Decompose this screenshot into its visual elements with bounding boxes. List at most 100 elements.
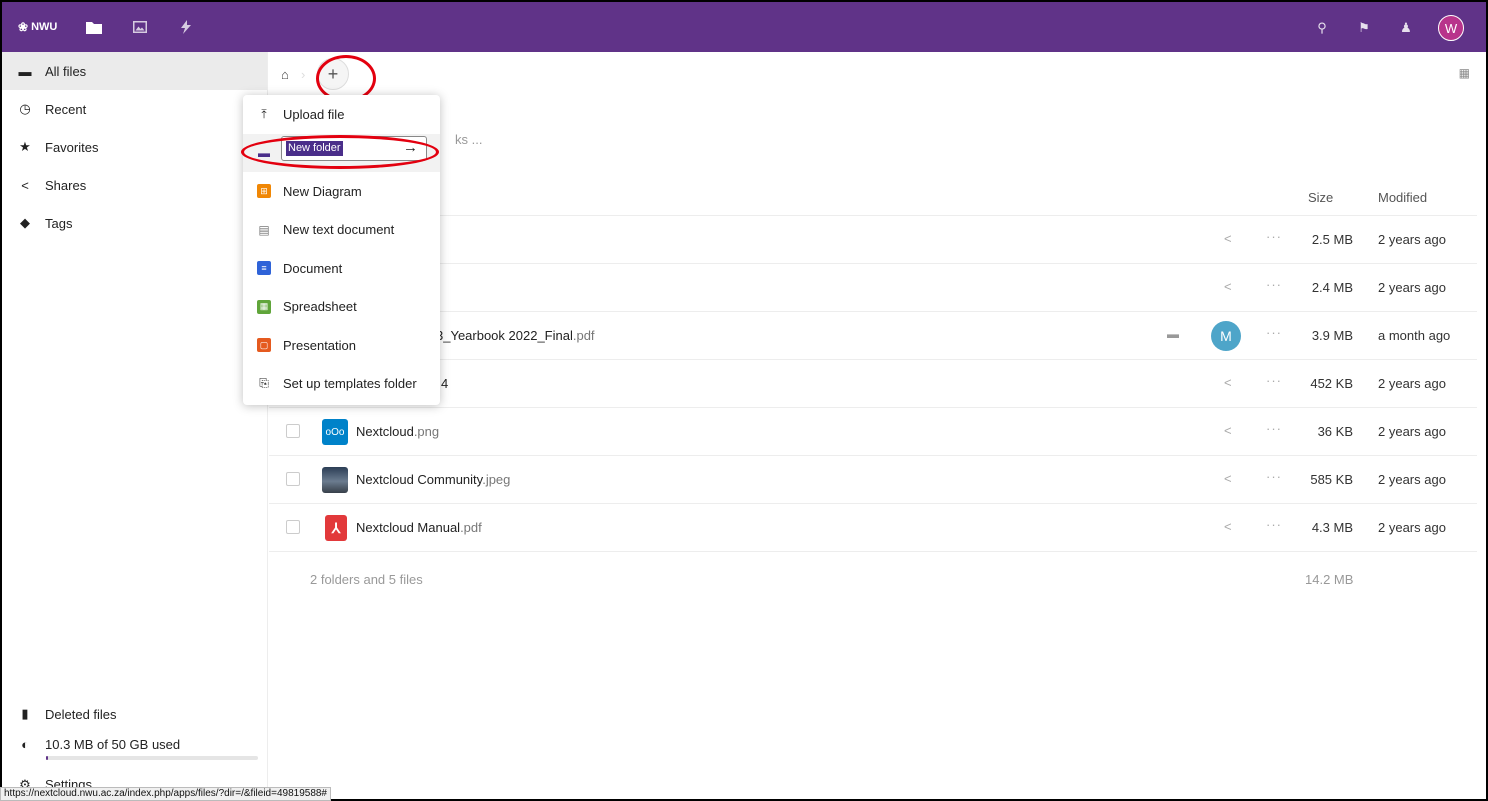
quota-section[interactable]: ◐ 10.3 MB of 50 GB used: [2, 733, 268, 777]
more-icon[interactable]: ···: [1266, 277, 1282, 292]
sidebar-item-label: Shares: [45, 177, 87, 193]
file-basename: Nextcloud Manual: [356, 520, 461, 535]
file-modified: 2 years ago: [1378, 520, 1446, 535]
file-list-header: Size Modified: [269, 178, 1477, 216]
table-row[interactable]: ⅄ Nextcloud Manual.pdf < ··· 4.3 MB 2 ye…: [269, 504, 1477, 552]
row-checkbox[interactable]: [286, 472, 300, 486]
activity-app-icon[interactable]: [163, 1, 209, 53]
file-size: 2.5 MB: [1311, 232, 1353, 247]
summary-text: 2 folders and 5 files: [310, 572, 423, 587]
quota-progress-fill: [46, 756, 49, 760]
file-size: 585 KB: [1310, 472, 1353, 487]
nwu-logo[interactable]: ❀ NWU: [18, 20, 57, 34]
pdf-icon: ⅄: [325, 515, 347, 541]
file-name[interactable]: Nextcloud Community.jpeg: [356, 472, 510, 487]
share-icon[interactable]: <: [1224, 519, 1232, 534]
menu-item-label: Upload file: [283, 106, 345, 122]
sidebar-item-label: Favorites: [45, 139, 99, 155]
share-icon[interactable]: <: [1224, 375, 1232, 390]
sidebar-item-label: Tags: [45, 215, 73, 231]
file-extension: .png: [413, 424, 440, 439]
more-icon[interactable]: ···: [1266, 421, 1282, 436]
share-icon[interactable]: <: [1224, 279, 1232, 294]
nextcloud-logo-thumbnail: oOo: [322, 419, 348, 445]
table-row[interactable]: oOo Nextcloud.png < ··· 36 KB 2 years ag…: [269, 408, 1477, 456]
menu-item-document[interactable]: ≡ Document: [243, 249, 440, 288]
file-name[interactable]: Nextcloud.png: [356, 424, 439, 439]
photos-app-icon[interactable]: [117, 1, 163, 53]
search-icon[interactable]: ⚲: [1312, 18, 1332, 38]
home-icon[interactable]: ⌂: [281, 67, 301, 82]
more-icon[interactable]: ···: [1266, 469, 1282, 484]
contacts-icon[interactable]: ♟: [1396, 18, 1416, 38]
quota-pie-icon: ◐: [21, 737, 29, 752]
file-size: 36 KB: [1317, 424, 1353, 439]
sidebar-item-tags[interactable]: ◆ Tags: [2, 204, 267, 242]
file-extension: .jpeg: [482, 472, 511, 487]
table-row[interactable]: 4 < ··· 452 KB 2 years ago: [269, 360, 1477, 408]
more-icon[interactable]: ···: [1266, 517, 1282, 532]
file-modified: 2 years ago: [1378, 472, 1446, 487]
sidebar-item-all-files[interactable]: ▬ All files: [2, 52, 267, 90]
more-icon[interactable]: ···: [1266, 229, 1282, 244]
menu-item-presentation[interactable]: ▢ Presentation: [243, 326, 440, 365]
file-extension: .pdf: [460, 520, 482, 535]
table-row[interactable]: < ··· 2.5 MB 2 years ago: [269, 216, 1477, 264]
file-basename: 3_Yearbook 2022_Final: [436, 328, 573, 343]
table-row[interactable]: 3_Yearbook 2022_Final.pdf ▬ M ··· 3.9 MB…: [269, 312, 1477, 360]
quota-text: 10.3 MB of 50 GB used: [45, 737, 181, 752]
status-bar-url: https://nextcloud.nwu.ac.za/index.php/ap…: [0, 787, 331, 801]
column-size[interactable]: Size: [1308, 190, 1333, 205]
row-checkbox[interactable]: [286, 424, 300, 438]
more-icon[interactable]: ···: [1266, 325, 1282, 340]
templates-icon: ⎘: [259, 376, 269, 391]
file-modified: 2 years ago: [1378, 424, 1446, 439]
file-name[interactable]: Nextcloud Manual.pdf: [356, 520, 482, 535]
share-icon[interactable]: <: [1224, 471, 1232, 486]
menu-item-label: New Diagram: [283, 183, 362, 199]
file-basename: Nextcloud: [356, 424, 414, 439]
share-icon[interactable]: <: [1224, 231, 1232, 246]
share-icon[interactable]: <: [1224, 423, 1232, 438]
column-modified[interactable]: Modified: [1378, 190, 1427, 205]
row-checkbox[interactable]: [286, 520, 300, 534]
file-modified: a month ago: [1378, 328, 1451, 343]
grid-view-icon[interactable]: ▦: [1459, 66, 1470, 80]
menu-item-label: Presentation: [283, 337, 356, 353]
sidebar-item-recent[interactable]: ◷ Recent: [2, 90, 267, 128]
file-size: 3.9 MB: [1311, 328, 1353, 343]
menu-item-label: Spreadsheet: [283, 299, 357, 315]
menu-item-set-up-templates[interactable]: ⎘ Set up templates folder: [243, 365, 440, 404]
menu-item-spreadsheet[interactable]: ▦ Spreadsheet: [243, 288, 440, 327]
comment-icon[interactable]: ▬: [1167, 327, 1179, 341]
menu-item-new-text-document[interactable]: ▤ New text document: [243, 211, 440, 250]
summary-size: 14.2 MB: [1305, 572, 1354, 587]
folder-icon: ▬: [18, 63, 32, 79]
breadcrumb-separator: ›: [301, 66, 306, 82]
file-name[interactable]: 4: [441, 376, 448, 391]
files-app-icon[interactable]: [71, 1, 117, 53]
tag-icon: ◆: [20, 215, 30, 230]
app-navigation: ▬ All files ◷ Recent ★ Favorites < Share…: [2, 52, 268, 799]
file-basename: Nextcloud Community: [356, 472, 483, 487]
table-row[interactable]: Nextcloud Community.jpeg < ··· 585 KB 2 …: [269, 456, 1477, 504]
more-icon[interactable]: ···: [1266, 373, 1282, 388]
sidebar-item-deleted-files[interactable]: ▮ Deleted files: [2, 695, 268, 733]
file-extension: .pdf: [572, 328, 595, 343]
sidebar-item-favorites[interactable]: ★ Favorites: [2, 128, 267, 166]
menu-item-upload-file[interactable]: ⤒ Upload file: [243, 95, 440, 134]
shared-user-avatar[interactable]: M: [1211, 321, 1241, 351]
quota-progress-bar: [46, 756, 258, 760]
trash-icon: ▮: [21, 706, 29, 721]
file-size: 4.3 MB: [1311, 520, 1353, 535]
user-avatar[interactable]: W: [1438, 15, 1464, 41]
search-hint: ks ...: [455, 132, 483, 147]
table-row[interactable]: < ··· 2.4 MB 2 years ago: [269, 264, 1477, 312]
notifications-icon[interactable]: ⚑: [1354, 18, 1374, 38]
file-size: 452 KB: [1310, 376, 1353, 391]
file-modified: 2 years ago: [1378, 232, 1446, 247]
file-name[interactable]: 3_Yearbook 2022_Final.pdf: [436, 328, 595, 343]
sidebar-item-shares[interactable]: < Shares: [2, 166, 267, 204]
menu-item-label: Document: [283, 260, 343, 276]
menu-item-new-diagram[interactable]: ⊞ New Diagram: [243, 172, 440, 211]
